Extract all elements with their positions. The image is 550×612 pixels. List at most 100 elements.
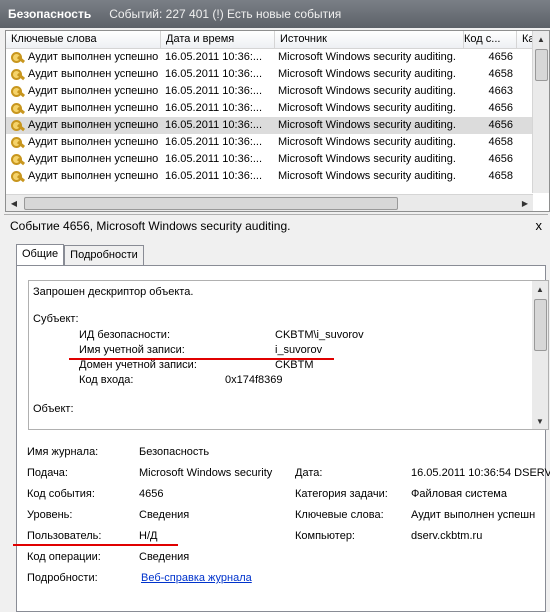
date-cell: 16.05.2011 10:36:... xyxy=(165,136,263,148)
user-underline xyxy=(13,544,178,546)
message-text: Запрошен дескриптор объекта. xyxy=(33,286,194,298)
scroll-left-icon[interactable]: ◀ xyxy=(6,195,22,211)
log-header: Безопасность Событий: 227 401 (!) Есть н… xyxy=(0,0,550,28)
logon-value: 0x174f8369 xyxy=(225,374,283,386)
close-icon[interactable]: x xyxy=(536,218,543,233)
keyword-text: Аудит выполнен успешно xyxy=(28,51,159,63)
keyword-text: Аудит выполнен успешно xyxy=(28,119,159,131)
keyword-cell: Аудит выполнен успешно xyxy=(6,117,160,134)
source-cell: Microsoft Windows security auditing. xyxy=(278,102,456,114)
list-rows: Аудит выполнен успешно 16.05.2011 10:36:.… xyxy=(6,49,549,185)
source-cell: Microsoft Windows security auditing. xyxy=(278,153,456,165)
source-cell: Microsoft Windows security auditing. xyxy=(278,85,456,97)
keyword-text: Аудит выполнен успешно xyxy=(28,170,159,182)
source-cell: Microsoft Windows security auditing. xyxy=(278,68,456,80)
keyword-cell: Аудит выполнен успешно xyxy=(6,49,160,66)
table-row[interactable]: Аудит выполнен успешно 16.05.2011 10:36:.… xyxy=(6,117,549,134)
source-cell: Microsoft Windows security auditing. xyxy=(278,119,456,131)
message-scroll-thumb[interactable] xyxy=(534,299,547,351)
account-label: Имя учетной записи: xyxy=(79,344,185,356)
list-header: Ключевые слова Дата и время Источник Код… xyxy=(6,31,549,49)
keyword-text: Аудит выполнен успешно xyxy=(28,136,159,148)
help-link[interactable]: Веб-справка журнала xyxy=(141,572,252,584)
domain-label: Домен учетной записи: xyxy=(79,359,197,371)
keyword-cell: Аудит выполнен успешно xyxy=(6,83,160,100)
event-id-cell: 4656 xyxy=(488,153,513,165)
events-list[interactable]: Ключевые слова Дата и время Источник Код… xyxy=(5,30,550,212)
date-cell: 16.05.2011 10:36:... xyxy=(165,85,263,97)
source-label: Подача: xyxy=(27,467,68,479)
keyword-text: Аудит выполнен успешно xyxy=(28,68,159,80)
key-icon xyxy=(11,170,25,183)
date-value: 16.05.2011 10:36:54 DSERV xyxy=(411,467,550,479)
event-id-cell: 4656 xyxy=(488,51,513,63)
logon-label: Код входа: xyxy=(79,374,134,386)
source-cell: Microsoft Windows security auditing. xyxy=(278,136,456,148)
subject-label: Субъект: xyxy=(33,313,79,325)
column-source[interactable]: Источник xyxy=(275,31,464,48)
keyword-cell: Аудит выполнен успешно xyxy=(6,168,160,185)
scroll-right-icon[interactable]: ▶ xyxy=(517,195,533,211)
key-icon xyxy=(11,85,25,98)
table-row[interactable]: Аудит выполнен успешно 16.05.2011 10:36:.… xyxy=(6,100,549,117)
date-cell: 16.05.2011 10:36:... xyxy=(165,153,263,165)
table-row[interactable]: Аудит выполнен успешно 16.05.2011 10:36:.… xyxy=(6,49,549,66)
event-id-cell: 4663 xyxy=(488,85,513,97)
table-row[interactable]: Аудит выполнен успешно 16.05.2011 10:36:.… xyxy=(6,168,549,185)
event-id-cell: 4656 xyxy=(488,119,513,131)
event-properties: Имя журнала: Безопасность Подача: Micros… xyxy=(13,436,550,611)
event-message[interactable]: Запрошен дескриптор объекта. Субъект: ИД… xyxy=(28,280,549,430)
table-row[interactable]: Аудит выполнен успешно 16.05.2011 10:36:.… xyxy=(6,83,549,100)
message-scrollbar[interactable]: ▲ ▼ xyxy=(532,281,548,429)
date-cell: 16.05.2011 10:36:... xyxy=(165,119,263,131)
scroll-thumb[interactable] xyxy=(535,49,548,81)
general-panel: Запрошен дескриптор объекта. Субъект: ИД… xyxy=(13,265,550,612)
log-title: Безопасность xyxy=(8,7,92,21)
key-icon xyxy=(11,136,25,149)
keyword-cell: Аудит выполнен успешно xyxy=(6,100,160,117)
keyword-cell: Аудит выполнен успешно xyxy=(6,134,160,151)
table-row[interactable]: Аудит выполнен успешно 16.05.2011 10:36:.… xyxy=(6,66,549,83)
source-cell: Microsoft Windows security auditing. xyxy=(278,170,456,182)
key-icon xyxy=(11,51,25,64)
key-icon xyxy=(11,102,25,115)
object-label: Объект: xyxy=(33,403,74,415)
domain-value: CKBTM xyxy=(275,359,314,371)
opcode-value: Сведения xyxy=(139,551,190,563)
scroll-down-icon[interactable]: ▼ xyxy=(532,413,548,429)
hscroll-thumb[interactable] xyxy=(24,197,398,210)
log-name-value: Безопасность xyxy=(139,446,210,458)
vertical-scrollbar[interactable]: ▲ xyxy=(532,31,549,193)
table-row[interactable]: Аудит выполнен успешно 16.05.2011 10:36:.… xyxy=(6,151,549,168)
event-detail-pane: Событие 4656, Microsoft Windows security… xyxy=(4,214,550,612)
detail-title: Событие 4656, Microsoft Windows security… xyxy=(10,219,291,233)
keyword-cell: Аудит выполнен успешно xyxy=(6,66,160,83)
date-cell: 16.05.2011 10:36:... xyxy=(165,51,263,63)
event-id-label: Код события: xyxy=(27,488,95,500)
keyword-text: Аудит выполнен успешно xyxy=(28,153,159,165)
tab-general[interactable]: Общие xyxy=(16,244,65,267)
key-icon xyxy=(11,119,25,132)
user-value: Н/Д xyxy=(139,530,158,542)
keywords-label: Ключевые слова: xyxy=(295,509,384,521)
task-value: Файловая система xyxy=(411,488,507,500)
task-label: Категория задачи: xyxy=(295,488,388,500)
more-info-label: Подробности: xyxy=(27,572,98,584)
date-cell: 16.05.2011 10:36:... xyxy=(165,68,263,80)
scroll-up-icon[interactable]: ▲ xyxy=(532,281,548,297)
sid-label: ИД безопасности: xyxy=(79,329,171,341)
event-id-value: 4656 xyxy=(139,488,164,500)
scroll-up-icon[interactable]: ▲ xyxy=(533,31,549,47)
column-event-id[interactable]: Код с... xyxy=(464,31,517,48)
source-value: Microsoft Windows security xyxy=(139,467,273,479)
column-date[interactable]: Дата и время xyxy=(161,31,275,48)
event-id-cell: 4658 xyxy=(488,136,513,148)
horizontal-scrollbar[interactable]: ◀ ▶ xyxy=(6,194,533,211)
log-name-label: Имя журнала: xyxy=(27,446,99,458)
event-id-cell: 4656 xyxy=(488,102,513,114)
sid-value: CKBTM\i_suvorov xyxy=(275,329,364,341)
table-row[interactable]: Аудит выполнен успешно 16.05.2011 10:36:.… xyxy=(6,134,549,151)
event-id-cell: 4658 xyxy=(488,170,513,182)
column-keywords[interactable]: Ключевые слова xyxy=(6,31,161,48)
level-value: Сведения xyxy=(139,509,190,521)
